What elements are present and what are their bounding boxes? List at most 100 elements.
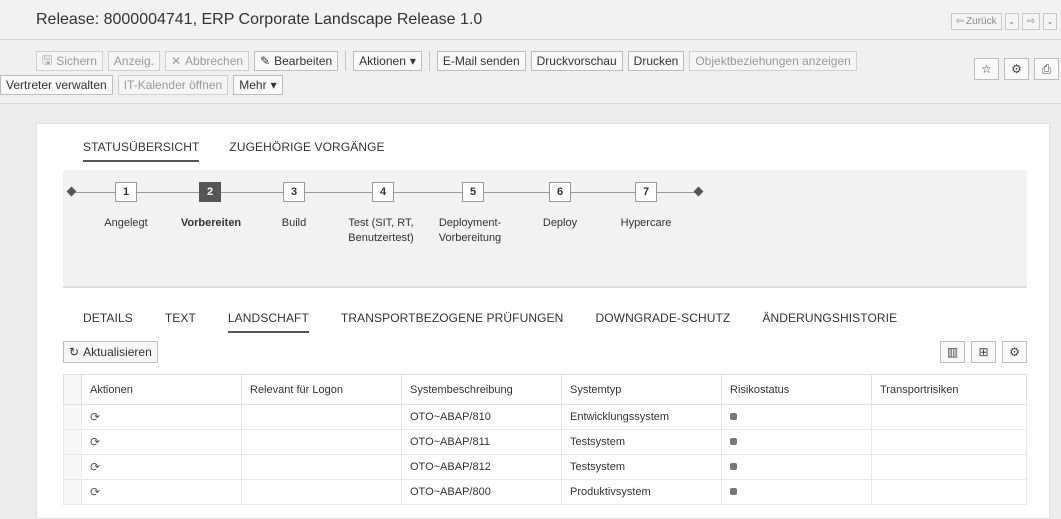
chevron-down-icon: ▾ [270,78,277,92]
actions-label: Aktionen [359,54,406,68]
edit-icon: ✎ [260,54,271,68]
detail-tabs: DETAILS TEXT LANDSCHAFT TRANSPORTBEZOGEN… [83,311,897,333]
status-tabs: STATUSÜBERSICHT ZUGEHÖRIGE VORGÄNGE [83,140,385,162]
risk-status-icon [730,463,737,470]
more-dropdown[interactable]: Mehr ▾ [233,75,283,95]
phase-label-5: Deployment- Vorbereitung [438,217,502,244]
tab-downgrade-protection[interactable]: DOWNGRADE-SCHUTZ [595,311,730,333]
object-relations-label: Objektbeziehungen anzeigen [695,54,851,68]
tab-related-transactions[interactable]: ZUGEHÖRIGE VORGÄNGE [229,140,384,162]
phase-step-1[interactable]: 1 [115,182,137,202]
systemtype-cell: Testsystem [561,429,722,455]
phase-label-2: Vorbereiten [180,217,242,229]
title-bar: Release: 8000004741, ERP Corporate Lands… [0,0,1061,40]
phase-step-2[interactable]: 2 [199,182,221,202]
row-selector[interactable] [63,429,82,455]
toolbar: 🖫 Sichern Anzeig. ✕ Abbrechen ✎ Bearbeit… [0,40,1061,104]
phase-step-7[interactable]: 7 [635,182,657,202]
logon-action-icon[interactable]: ⟳ [90,435,100,449]
save-button[interactable]: 🖫 Sichern [36,51,103,71]
tab-transport-checks[interactable]: TRANSPORTBEZOGENE PRÜFUNGEN [341,311,564,333]
cancel-button[interactable]: ✕ Abbrechen [164,51,250,71]
tab-landscape[interactable]: LANDSCHAFT [227,311,309,333]
systemtype-cell: Testsystem [561,454,722,480]
logon-action-icon[interactable]: ⟳ [90,460,100,474]
forward-arrow-icon: ⇨ [1026,16,1035,27]
row-action-cell: ⟳ [81,429,242,455]
back-button[interactable]: ⇦ Zurück [950,13,1002,30]
column-header-systemtype[interactable]: Systemtyp [561,374,722,405]
tab-change-history[interactable]: ÄNDERUNGSHISTORIE [762,311,897,333]
logon-cell [241,404,402,430]
phase-label-1: Angelegt [104,217,148,229]
forward-dropdown-icon[interactable]: ⌄ [1043,13,1057,30]
it-calendar-label: IT-Kalender öffnen [123,78,223,92]
actions-dropdown[interactable]: Aktionen ▾ [353,51,422,71]
row-selector[interactable] [63,454,82,480]
table-row[interactable]: ⟳ OTO~ABAP/810 Entwicklungssystem [63,404,1027,430]
column-header-riskstatus[interactable]: Risikostatus [721,374,872,405]
print-label: Drucken [633,54,679,68]
table-row[interactable]: ⟳ OTO~ABAP/800 Produktivsystem [63,479,1027,505]
toolbar-icons: ☆ ⚙ ⎙ [974,58,1059,80]
tab-text[interactable]: TEXT [165,311,196,333]
row-selector[interactable] [63,404,82,430]
print-preview-label: Druckvorschau [536,54,617,68]
show-object-relations-button[interactable]: Objektbeziehungen anzeigen [689,51,857,71]
print-button[interactable]: Drucken [627,51,685,71]
phase-step-6[interactable]: 6 [549,182,571,202]
manage-substitutes-button[interactable]: Vertreter verwalten [0,75,113,95]
refresh-button[interactable]: ↻ Aktualisieren [63,341,158,363]
column-header-transportrisks[interactable]: Transportrisiken [871,374,1027,405]
phase-end-marker [693,186,704,197]
display-button[interactable]: Anzeig. [107,51,160,71]
phase-label-7: Hypercare [620,217,672,229]
favorite-icon[interactable]: ☆ [974,58,999,80]
systemtype-cell: Entwicklungssystem [561,404,722,430]
print-preview-button[interactable]: Druckvorschau [530,51,623,71]
forward-button[interactable]: ⇨ [1021,13,1040,30]
cancel-label: Abbrechen [185,54,244,68]
table-row[interactable]: ⟳ OTO~ABAP/812 Testsystem [63,454,1027,480]
table-row[interactable]: ⟳ OTO~ABAP/811 Testsystem [63,429,1027,455]
phase-label-3: Build [281,217,307,229]
tab-details[interactable]: DETAILS [83,311,133,333]
select-all-cell[interactable] [63,374,82,405]
row-action-cell: ⟳ [81,479,242,505]
system-cell: OTO~ABAP/812 [401,454,562,480]
table-toolbar-icons: ▥ ⊞ ⚙ [940,341,1027,363]
column-header-system[interactable]: Systembeschreibung [401,374,562,405]
print-icon[interactable]: ⎙ [1034,58,1059,80]
save-icon: 🖫 [42,52,53,67]
send-email-label: E-Mail senden [442,54,520,68]
send-email-button[interactable]: E-Mail senden [436,51,526,71]
open-it-calendar-button[interactable]: IT-Kalender öffnen [117,75,229,95]
table-settings-icon[interactable]: ⊞ [971,341,996,363]
row-selector[interactable] [63,479,82,505]
refresh-icon: ↻ [69,345,80,359]
transportrisks-cell [871,454,1027,480]
risk-status-icon [730,488,737,495]
main-panel: STATUSÜBERSICHT ZUGEHÖRIGE VORGÄNGE 1 2 … [36,123,1050,519]
save-label: Sichern [56,54,97,68]
phase-step-3[interactable]: 3 [283,182,305,202]
manage-substitutes-label: Vertreter verwalten [6,78,107,92]
logon-cell [241,454,402,480]
phase-step-4[interactable]: 4 [372,182,394,202]
personalize-icon[interactable]: ⚙ [1002,341,1027,363]
personalize-icon[interactable]: ⚙ [1004,58,1029,80]
column-header-logon[interactable]: Relevant für Logon [241,374,402,405]
back-dropdown-icon[interactable]: ⌄ [1004,13,1019,30]
risk-status-icon [730,413,737,420]
chart-icon[interactable]: ▥ [940,341,965,363]
page-title: Release: 8000004741, ERP Corporate Lands… [36,11,483,28]
column-header-actions[interactable]: Aktionen [81,374,242,405]
phase-overview: 1 2 3 4 5 6 7 Angelegt Vorbereiten Build… [63,170,1027,288]
edit-button[interactable]: ✎ Bearbeiten [254,51,339,71]
transportrisks-cell [871,404,1027,430]
phase-step-5[interactable]: 5 [462,182,484,202]
tab-status-overview[interactable]: STATUSÜBERSICHT [83,140,200,162]
logon-action-icon[interactable]: ⟳ [90,485,100,499]
logon-action-icon[interactable]: ⟳ [90,410,100,424]
toolbar-row-2: Vertreter verwalten IT-Kalender öffnen M… [0,75,283,95]
